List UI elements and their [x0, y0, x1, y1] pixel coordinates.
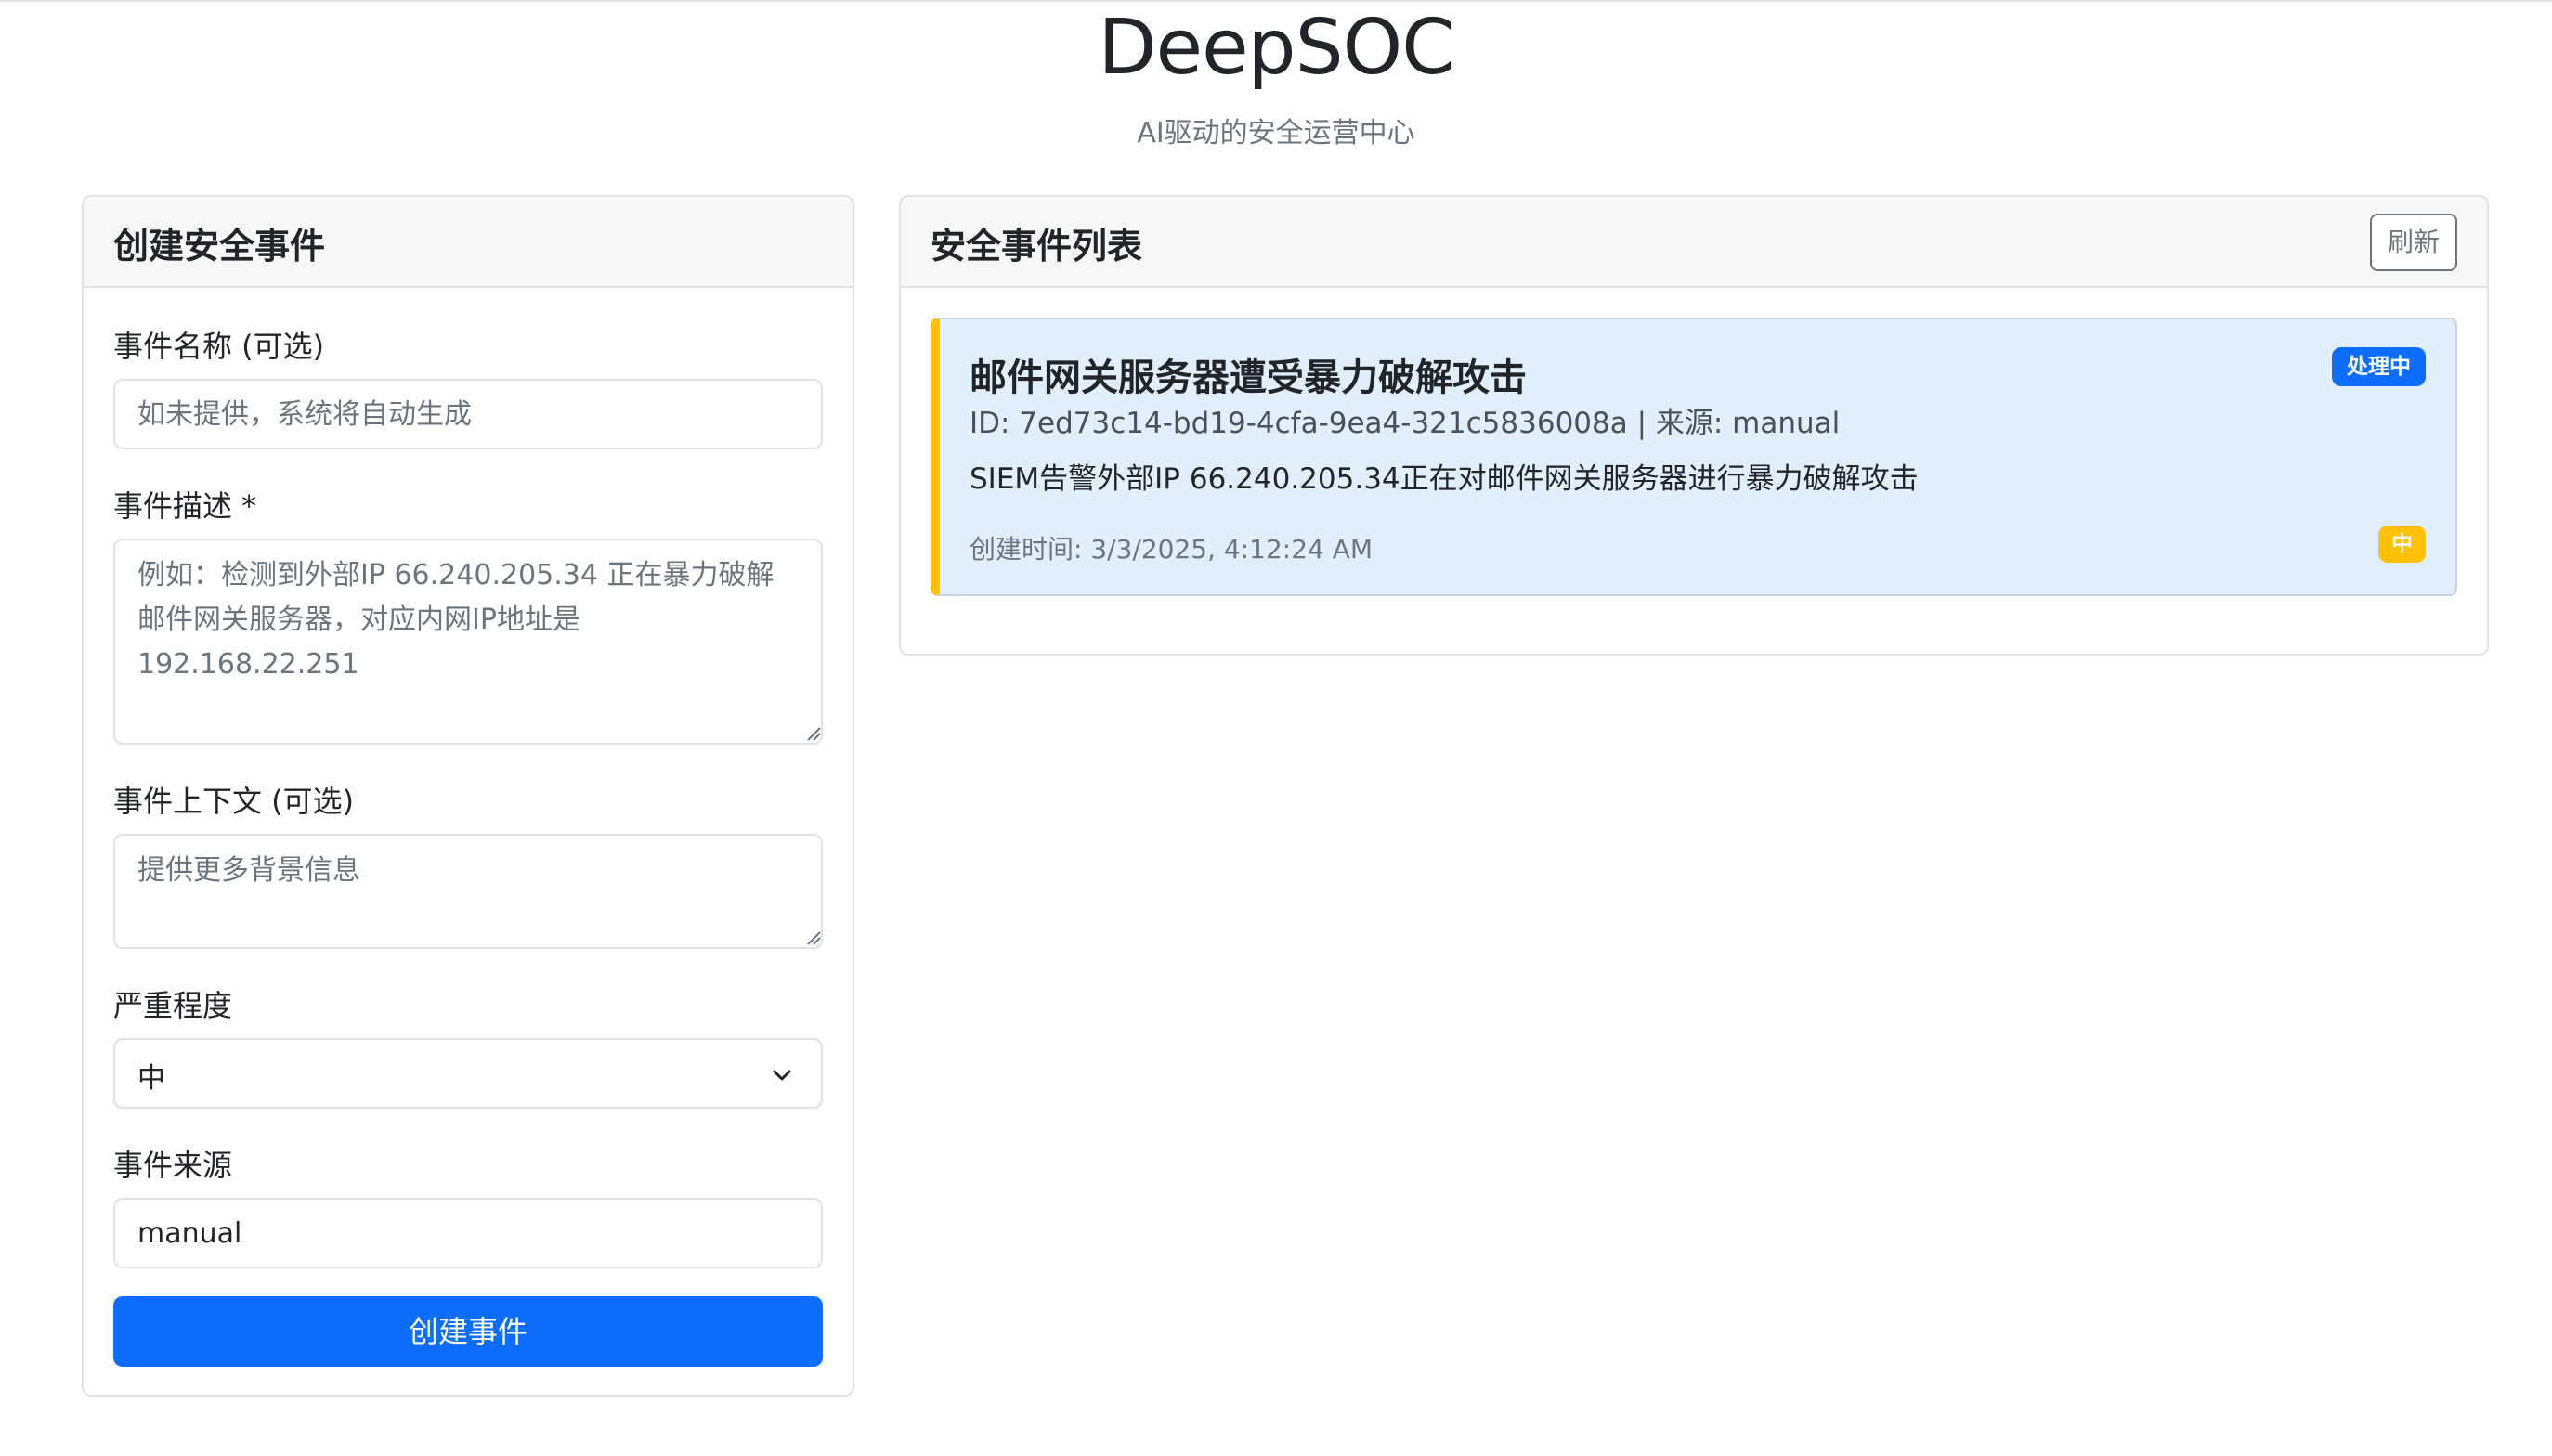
status-badge: 处理中	[2332, 347, 2426, 386]
top-border	[0, 0, 2552, 2]
description-label: 事件描述 *	[113, 488, 257, 524]
create-incident-card: 创建安全事件 事件名称 (可选) 事件描述 * 事件上下文 (可选) 严重程度 …	[82, 195, 854, 1397]
incident-source-input[interactable]	[113, 1198, 823, 1268]
severity-select-value: 中	[137, 1062, 165, 1095]
severity-select[interactable]: 中	[113, 1038, 823, 1109]
refresh-button[interactable]: 刷新	[2370, 214, 2457, 271]
incident-description-textarea[interactable]	[113, 539, 823, 745]
context-label: 事件上下文 (可选)	[113, 784, 355, 819]
incident-title[interactable]: 邮件网关服务器遭受暴力破解攻击	[970, 347, 1527, 401]
incident-list-card-header: 安全事件列表 刷新	[901, 197, 2487, 288]
incident-created-time: 创建时间: 3/3/2025, 4:12:24 AM	[970, 534, 1374, 565]
severity-badge: 中	[2378, 526, 2426, 563]
incident-name-input[interactable]	[113, 379, 823, 449]
incident-description: SIEM告警外部IP 66.240.205.34正在对邮件网关服务器进行暴力破解…	[970, 462, 1919, 496]
create-incident-card-header: 创建安全事件	[84, 197, 853, 288]
incident-list-title: 安全事件列表	[931, 226, 1143, 266]
app-title: DeepSOC	[1098, 4, 1455, 92]
incident-context-textarea[interactable]	[113, 834, 823, 949]
name-label: 事件名称 (可选)	[113, 329, 325, 364]
incident-list-card: 安全事件列表 刷新 邮件网关服务器遭受暴力破解攻击 处理中 ID: 7ed73c…	[899, 195, 2489, 656]
severity-label: 严重程度	[113, 988, 233, 1023]
resize-grip-icon[interactable]	[804, 929, 821, 945]
incident-meta: ID: 7ed73c14-bd19-4cfa-9ea4-321c5836008a…	[970, 407, 1841, 440]
resize-grip-icon[interactable]	[804, 724, 821, 741]
source-label: 事件来源	[113, 1148, 233, 1183]
chevron-down-icon	[773, 1070, 791, 1081]
create-incident-title: 创建安全事件	[113, 226, 326, 266]
app-subtitle: AI驱动的安全运营中心	[1137, 117, 1415, 150]
incident-item[interactable]: 邮件网关服务器遭受暴力破解攻击 处理中 ID: 7ed73c14-bd19-4c…	[931, 318, 2457, 596]
create-incident-button[interactable]: 创建事件	[113, 1296, 823, 1367]
